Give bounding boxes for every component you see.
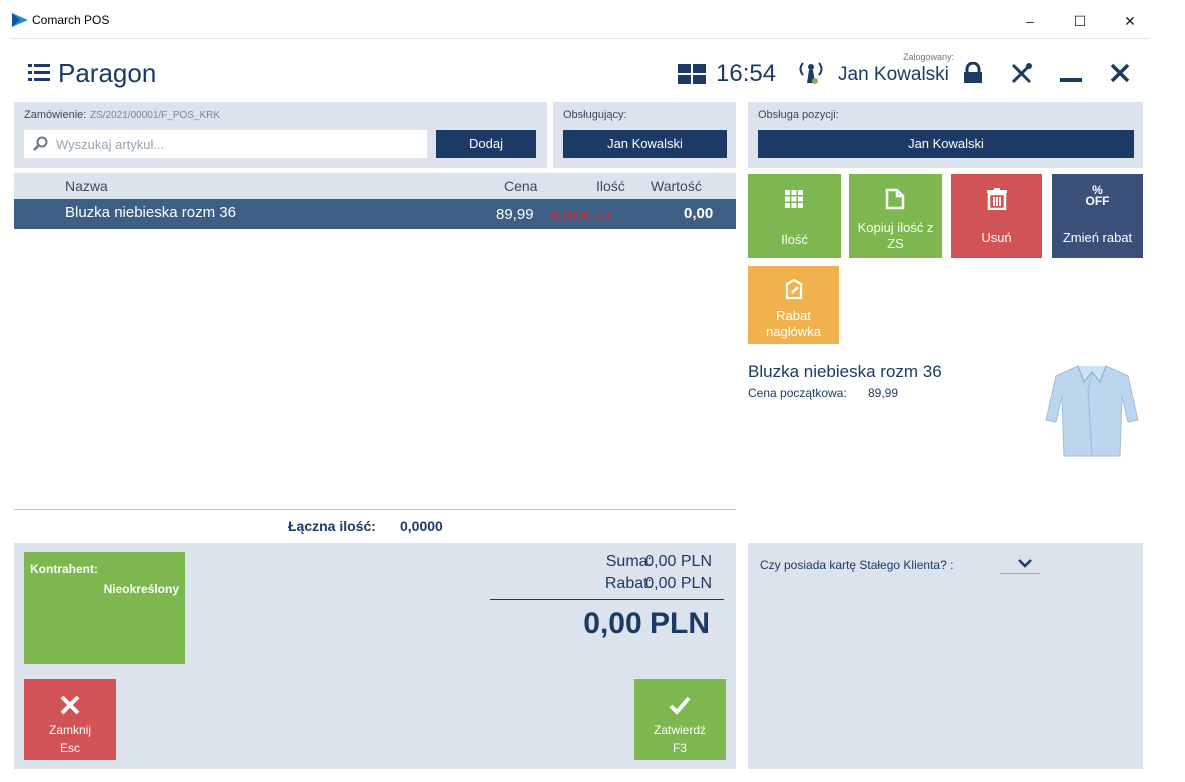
copy-qty-tile-label: Kopiuj ilość z ZS — [857, 220, 934, 251]
lock-icon[interactable] — [962, 62, 984, 84]
chevron-down-icon — [1018, 559, 1032, 568]
contractor-button[interactable]: Kontrahent: Nieokreślony — [24, 552, 185, 664]
column-price-header[interactable]: Cena — [504, 178, 537, 194]
minimize-window-button[interactable]: – — [1010, 8, 1050, 34]
menu-icon[interactable] — [28, 62, 50, 82]
grid-view-icon[interactable] — [678, 64, 706, 84]
change-discount-tile-label: Zmień rabat — [1062, 230, 1133, 245]
row-item-name: Bluzka niebieska rozm 36 — [65, 204, 236, 221]
sum-value: 0,00 PLN — [645, 553, 712, 570]
delete-tile-button[interactable]: Usuń — [951, 174, 1042, 258]
close-receipt-key: Esc — [59, 741, 80, 755]
total-qty-label: Łączna ilość: — [288, 518, 376, 534]
close-window-button[interactable]: ✕ — [1110, 8, 1150, 34]
items-table-header: Nazwa Cena Ilość Wartość — [14, 173, 736, 199]
search-icon — [33, 136, 48, 151]
grand-total: 0,00 PLN — [583, 607, 710, 640]
product-image — [1045, 365, 1139, 457]
row-item-price: 89,99 — [496, 206, 534, 223]
close-icon — [60, 695, 80, 715]
product-initial-price: 89,99 — [868, 386, 899, 400]
row-item-value: 0,00 — [684, 205, 714, 222]
keypad-icon — [785, 190, 803, 208]
change-discount-tile-button[interactable]: % OFF Zmień rabat — [1052, 174, 1143, 258]
checkmark-icon — [669, 696, 691, 715]
clock: 16:54 — [716, 60, 777, 87]
total-qty-value: 0,0000 — [400, 518, 443, 534]
logged-user-name: Jan Kowalski — [838, 64, 949, 85]
trash-icon — [987, 188, 1007, 210]
column-value-header[interactable]: Wartość — [651, 178, 702, 194]
maximize-window-button[interactable]: ☐ — [1060, 8, 1100, 34]
loyalty-dropdown[interactable] — [1000, 553, 1040, 574]
column-name-header[interactable]: Nazwa — [65, 178, 108, 194]
product-name: Bluzka niebieska rozm 36 — [748, 362, 942, 381]
minimize-app-icon[interactable] — [1060, 78, 1082, 84]
page-title: Paragon — [58, 58, 157, 88]
percent-off-icon-bottom: OFF — [1085, 194, 1110, 208]
tools-icon[interactable] — [1010, 62, 1034, 84]
position-handling-button[interactable]: Jan Kowalski — [758, 130, 1134, 158]
quantity-tile-button[interactable]: Ilość — [748, 174, 841, 258]
loyalty-question: Czy posiada kartę Stałego Klienta? : — [760, 558, 954, 572]
served-by-button[interactable]: Jan Kowalski — [563, 130, 727, 158]
add-button[interactable]: Dodaj — [436, 130, 536, 158]
product-initial-price-label: Cena początkowa: — [748, 386, 847, 400]
connection-status-icon — [799, 62, 823, 84]
summary-divider — [490, 599, 724, 600]
confirm-receipt-button[interactable]: Zatwierdź F3 — [634, 679, 726, 760]
header-discount-tile-button[interactable]: Rabat nagłówka — [748, 266, 839, 344]
close-receipt-label: Zamknij — [48, 723, 91, 737]
column-qty-header[interactable]: Ilość — [596, 178, 625, 194]
confirm-receipt-label: Zatwierdź — [653, 723, 706, 737]
header-discount-tile-label: Rabat nagłówka — [766, 308, 821, 339]
served-by-label: Obsługujący: — [563, 109, 627, 121]
items-list-area — [14, 229, 736, 510]
close-app-icon[interactable] — [1110, 63, 1130, 83]
logged-in-label: Zalogowany: — [902, 52, 954, 62]
discount-value: 0,00 PLN — [645, 575, 712, 592]
table-row[interactable]: Bluzka niebieska rozm 36 89,99 0,0000 sz… — [14, 199, 736, 229]
loyalty-panel — [748, 543, 1143, 769]
comarch-logo-icon — [12, 13, 28, 27]
contractor-label: Kontrahent: — [30, 562, 98, 576]
row-item-qty: 0,0000 szt — [551, 208, 611, 223]
contractor-value: Nieokreślony — [103, 582, 179, 596]
order-label: Zamówienie: — [24, 109, 87, 121]
order-number: ZS/2021/00001/F_POS_KRK — [90, 110, 221, 121]
close-receipt-button[interactable]: Zamknij Esc — [24, 679, 116, 760]
percent-off-icon: % OFF — [1052, 184, 1143, 208]
confirm-receipt-key: F3 — [672, 741, 687, 755]
quantity-tile-label: Ilość — [781, 232, 808, 247]
window-titlebar — [0, 0, 1185, 38]
search-placeholder: Wyszukaj artykuł... — [56, 137, 165, 152]
delete-tile-label: Usuń — [981, 230, 1012, 245]
copy-qty-tile-button[interactable]: Kopiuj ilość z ZS — [849, 174, 942, 258]
copy-document-icon — [885, 188, 905, 210]
position-handling-label: Obsługa pozycji: — [758, 109, 839, 121]
edit-document-icon — [785, 278, 803, 300]
window-title: Comarch POS — [32, 13, 110, 27]
